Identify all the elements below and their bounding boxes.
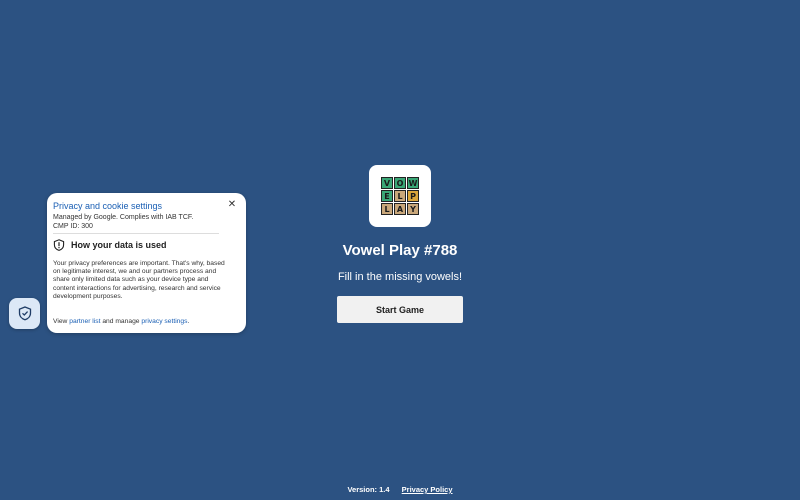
consent-links: View partner list and manage privacy set… — [53, 318, 189, 325]
consent-body-text: Your privacy preferences are important. … — [53, 260, 225, 300]
consent-cmp-id: CMP ID: 300 — [53, 223, 93, 230]
links-suffix: . — [187, 318, 190, 325]
logo-letter-tile: W — [407, 177, 419, 189]
logo-letter-tile: V — [381, 177, 393, 189]
consent-managed-by: Managed by Google. Complies with IAB TCF… — [53, 213, 238, 231]
consent-section-header: How your data is used — [53, 239, 167, 251]
game-logo: VOWELPLAY — [369, 165, 431, 227]
logo-letter-tile: P — [407, 190, 419, 202]
logo-letter-tile: E — [381, 190, 393, 202]
links-prefix: View — [53, 318, 70, 325]
consent-managed-line: Managed by Google. Complies with IAB TCF… — [53, 214, 194, 221]
consent-section-title: How your data is used — [71, 240, 167, 250]
consent-title: Privacy and cookie settings — [53, 201, 163, 211]
shield-alert-icon — [53, 239, 65, 251]
links-middle: and manage — [100, 318, 142, 325]
privacy-policy-link[interactable]: Privacy Policy — [402, 485, 453, 494]
game-title: Vowel Play #788 — [342, 242, 458, 259]
logo-letter-tile: A — [394, 203, 406, 215]
footer: Version: 1.4 Privacy Policy — [0, 485, 800, 494]
shield-check-icon — [18, 306, 31, 321]
partner-list-link[interactable]: partner list — [69, 318, 100, 325]
logo-grid: VOWELPLAY — [381, 177, 419, 215]
close-icon[interactable]: ✕ — [226, 199, 238, 211]
privacy-settings-link[interactable]: privacy settings — [141, 318, 187, 325]
logo-letter-tile: L — [394, 190, 406, 202]
privacy-consent-dialog: Privacy and cookie settings ✕ Managed by… — [47, 193, 246, 333]
start-game-button[interactable]: Start Game — [337, 296, 463, 323]
privacy-settings-button[interactable] — [9, 298, 40, 329]
logo-letter-tile: O — [394, 177, 406, 189]
logo-letter-tile: Y — [407, 203, 419, 215]
logo-letter-tile: L — [381, 203, 393, 215]
version-text: Version: 1.4 — [347, 485, 390, 494]
game-tagline: Fill in the missing vowels! — [337, 271, 463, 283]
consent-divider — [53, 233, 219, 234]
